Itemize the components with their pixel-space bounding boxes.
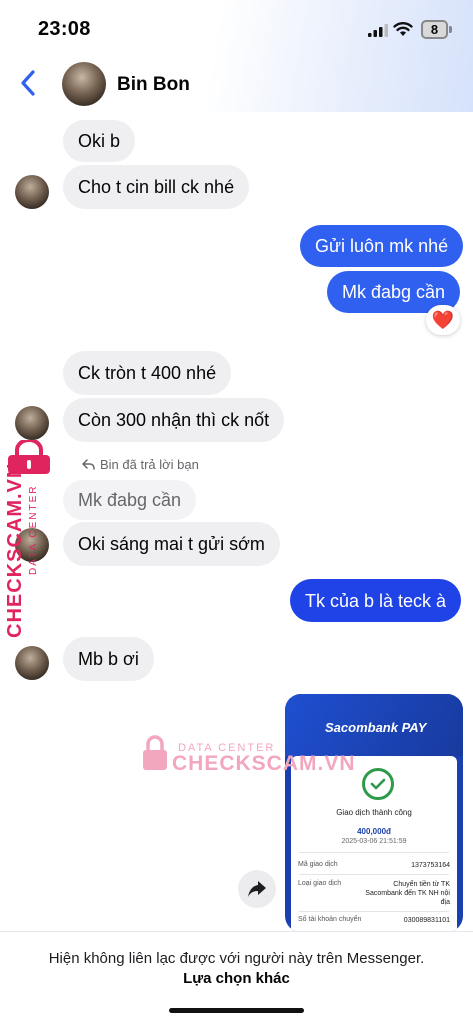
divider — [299, 852, 449, 853]
battery-cap — [449, 26, 452, 33]
sender-avatar[interactable] — [15, 646, 49, 680]
reply-arrow-icon — [82, 459, 95, 470]
contact-name[interactable]: Bin Bon — [117, 74, 190, 96]
receipt-row-label: Mã giao dịch — [298, 861, 338, 868]
forward-button[interactable] — [238, 870, 276, 908]
message-incoming[interactable]: Ck tròn t 400 nhé — [63, 351, 232, 395]
divider — [299, 911, 449, 912]
forward-arrow-icon — [248, 881, 266, 897]
message-incoming[interactable]: Còn 300 nhận thì ck nốt — [63, 398, 285, 442]
contact-avatar[interactable] — [62, 62, 106, 106]
message-incoming[interactable]: Mb b ơi — [63, 637, 154, 681]
receipt-row-value: 1373753164 — [411, 862, 450, 869]
receipt-amount: 400,000đ — [357, 827, 391, 836]
home-indicator[interactable] — [169, 1008, 304, 1013]
other-options-link[interactable]: Lựa chọn khác — [0, 970, 473, 987]
message-incoming[interactable]: Cho t cin bill ck nhé — [63, 165, 250, 209]
battery-indicator: 8 — [421, 20, 448, 39]
heart-reaction-icon[interactable]: ❤️ — [426, 305, 460, 335]
message-incoming[interactable]: Oki b — [63, 120, 136, 162]
receipt-row-label: Số tài khoản chuyển — [298, 916, 362, 923]
receipt-row-label: Loại giao dịch — [298, 880, 342, 887]
sender-avatar[interactable] — [15, 406, 49, 440]
sender-avatar[interactable] — [15, 175, 49, 209]
wifi-icon — [393, 22, 413, 36]
quoted-message[interactable]: Mk đabg cần — [63, 480, 197, 520]
watermark-text: CHECKSCAM.VN — [172, 752, 356, 775]
status-time: 23:08 — [38, 18, 91, 40]
receipt-row-value: 030089831101 — [403, 917, 450, 924]
receipt-title: Giao dịch thành công — [336, 808, 412, 817]
receipt-datetime: 2025-03-06 21:51:59 — [341, 838, 407, 845]
success-check-icon — [362, 768, 394, 800]
sacombank-logo: Sacombank PAY — [325, 720, 427, 735]
divider — [299, 874, 449, 875]
reply-note-text: Bin đã trả lời bạn — [100, 457, 199, 472]
watermark-text: CHECKSCAM.VN — [4, 462, 26, 638]
message-outgoing[interactable]: Gửi luôn mk nhé — [300, 225, 464, 267]
back-chevron-icon[interactable] — [18, 68, 40, 98]
watermark-lock-icon — [143, 735, 167, 770]
receipt-card: Giao dịch thành công 400,000đ 2025-03-06… — [291, 756, 457, 932]
message-incoming[interactable]: Oki sáng mai t gửi sớm — [63, 522, 280, 566]
message-outgoing[interactable]: Tk của b là teck à — [290, 579, 462, 622]
receipt-row-value: Chuyển tiền từ TK Sacombank đến TK NH nộ… — [365, 881, 450, 906]
receipt-image[interactable]: Sacombank PAY Giao dịch thành công 400,0… — [285, 694, 463, 932]
cellular-signal-icon — [368, 24, 388, 37]
unavailable-message: Hiện không liên lạc được với người này t… — [48, 950, 425, 967]
watermark-subtitle: DATA CENTER — [28, 484, 39, 575]
footer-bar: Hiện không liên lạc được với người này t… — [0, 931, 473, 1024]
reply-note: Bin đã trả lời bạn — [82, 457, 199, 472]
